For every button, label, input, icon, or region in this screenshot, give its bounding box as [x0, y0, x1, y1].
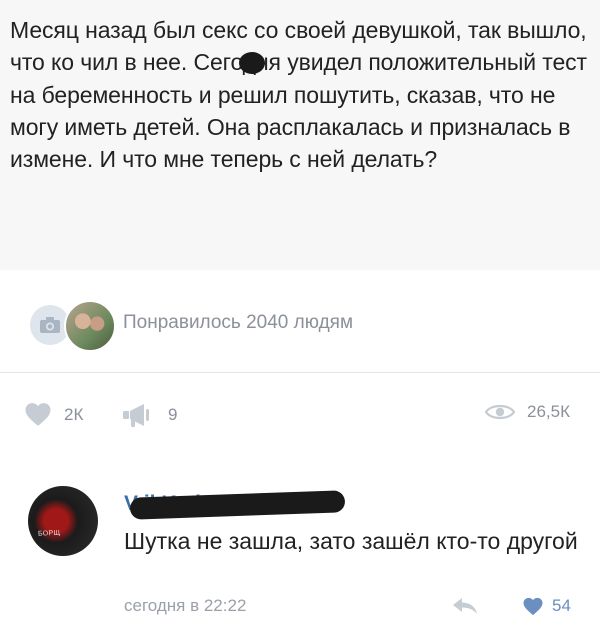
censor-mark [239, 52, 265, 74]
heart-icon [25, 403, 51, 426]
divider [0, 372, 600, 373]
post-block: Месяц назад был секс со своей девушкой, … [0, 0, 600, 270]
comment-likes-count: 54 [552, 596, 571, 615]
comment-text: Шутка не зашла, зато зашёл кто-то другой [124, 528, 578, 554]
megaphone-icon [123, 404, 149, 427]
repost-button[interactable]: 9 [122, 402, 177, 428]
post-text: Месяц назад был секс со своей девушкой, … [10, 17, 587, 173]
likes-count: 2К [64, 404, 84, 424]
likes-summary[interactable]: Понравилось 2040 людям [30, 298, 570, 354]
views-counter: 26,5К [485, 402, 570, 422]
like-button[interactable]: 2К [24, 402, 83, 427]
reply-button[interactable] [452, 597, 478, 620]
avatar-caption: БОРЩ [37, 529, 61, 538]
reposts-count: 9 [168, 405, 178, 424]
user-avatar[interactable] [64, 300, 116, 352]
eye-icon [485, 404, 515, 420]
comment-avatar[interactable]: БОРЩ [28, 486, 98, 556]
likes-summary-text: Понравилось 2040 людям [123, 312, 354, 333]
comment-like-button[interactable]: 54 [522, 596, 571, 616]
post-stats: 2К 9 26,5К [0, 402, 600, 442]
heart-icon [523, 597, 543, 615]
camera-icon [40, 317, 60, 333]
views-count: 26,5К [527, 402, 570, 421]
comment: БОРЩ V il K nko Шутка не зашла, зато заш… [0, 470, 600, 624]
comment-time: сегодня в 22:22 [124, 596, 247, 615]
reply-arrow-icon [453, 598, 477, 614]
